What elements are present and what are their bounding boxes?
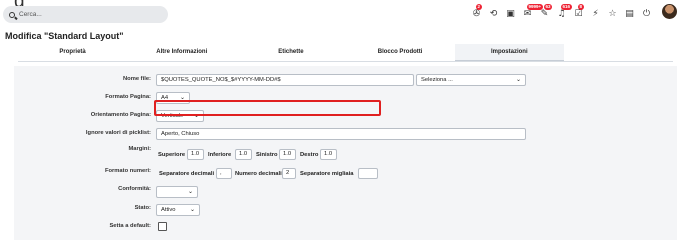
default-label: Setta a default: (109, 223, 151, 229)
stato-label: Stato: (134, 205, 151, 211)
tab-impostazioni[interactable]: Impostazioni (454, 44, 564, 61)
star-icon[interactable]: ☆ (608, 9, 617, 19)
mail-icon[interactable]: ✉ 9999+ (523, 3, 543, 19)
margine-destro-label: Destro (300, 152, 319, 158)
default-checkbox[interactable] (158, 222, 167, 231)
tasks-icon[interactable]: ☑ 8 (574, 3, 584, 19)
ignora-picklist-label: Ignore valori di picklist: (85, 130, 151, 136)
numero-decimali-label: Numero decimali (235, 171, 282, 177)
history-icon[interactable]: ⟲ (489, 9, 498, 19)
nome-file-input[interactable]: $QUOTES_QUOTE_NO$_$#YYYY-MM-DD#$ (156, 74, 414, 86)
margine-inferiore-input[interactable]: 1.0 (235, 149, 252, 160)
tab-bar: Proprietà Altre Informazioni Etichette Bloc… (18, 44, 673, 61)
margini-label: Margini: (128, 146, 151, 152)
ignora-picklist-input[interactable]: Aperto, Chiuso (156, 128, 526, 140)
orientamento-label: Orientamento Pagina: (90, 112, 151, 118)
conformita-select[interactable]: ⌄ (156, 186, 198, 198)
margine-destro-input[interactable]: 1.0 (320, 149, 337, 160)
margine-superiore-label: Superiore (158, 152, 186, 158)
calendar-icon[interactable]: ▣ (506, 9, 515, 19)
margine-sinistro-label: Sinistro (256, 152, 278, 158)
tab-etichette[interactable]: Etichette (236, 44, 345, 61)
power-icon[interactable]: ⏻ (642, 9, 651, 19)
header-icons: ✇ 2 ⟲ ▣ ✉ 9999+ ✎ 63 ♫ 616 ☑ 8 ⚡ ☆ ▤ ⏻ (472, 3, 651, 22)
bolt-icon[interactable]: ⚡ (591, 9, 600, 19)
tab-altre-informazioni[interactable]: Altre Informazioni (127, 44, 236, 61)
tab-propriet-[interactable]: Proprietà (18, 44, 127, 61)
margine-inferiore-label: Inferiore (208, 152, 232, 158)
nome-file-select[interactable]: Seleziona ... ⌄ (416, 74, 526, 86)
search-icon (9, 11, 15, 18)
formato-pagina-label: Formato Pagina: (105, 94, 151, 100)
margine-superiore-input[interactable]: 1.0 (187, 149, 204, 160)
tab-divider (18, 61, 673, 62)
page-title: Modifica "Standard Layout" (5, 31, 124, 41)
chat-icon[interactable]: ✎ 63 (540, 3, 553, 19)
search-input[interactable]: Cerca... (3, 6, 168, 23)
notification-badge: 616 (561, 3, 572, 10)
conformita-label: Conformità: (118, 186, 151, 192)
stato-value: Attivo (161, 207, 176, 213)
search-placeholder: Cerca... (19, 11, 42, 18)
nome-file-label: Nome file: (122, 76, 151, 82)
margine-sinistro-input[interactable]: 1.0 (279, 149, 296, 160)
separatore-migliaia-input[interactable] (358, 168, 378, 179)
highlight-box (154, 100, 381, 116)
chevron-down-icon: ⌄ (189, 206, 195, 213)
tab-blocco-prodotti[interactable]: Blocco Prodotti (346, 44, 455, 61)
avatar[interactable] (662, 4, 677, 19)
tab-empty[interactable] (564, 44, 673, 61)
bell-icon[interactable]: ♫ 616 (557, 3, 572, 19)
document-icon[interactable]: ▤ (625, 9, 634, 19)
separatore-decimali-label: Separatore decimali (159, 171, 215, 177)
notification-badge: 2 (476, 3, 482, 10)
separatore-migliaia-label: Separatore migliaia (300, 171, 354, 177)
stato-select[interactable]: Attivo ⌄ (156, 204, 200, 216)
chevron-down-icon: ⌄ (515, 76, 521, 83)
notification-badge: 8 (578, 3, 584, 10)
settings-form: Nome file: $QUOTES_QUOTE_NO$_$#YYYY-MM-D… (14, 66, 677, 240)
notification-badge: 63 (544, 3, 553, 10)
chevron-down-icon: ⌄ (187, 188, 193, 195)
top-bar: g Cerca... ✇2⟲▣✉9999+✎63♫616☑8⚡☆▤⏻ (0, 0, 687, 27)
group-icon[interactable]: ✇ 2 (472, 3, 482, 19)
separatore-decimali-input[interactable]: , (216, 168, 232, 179)
nome-file-select-value: Seleziona ... (421, 77, 453, 83)
formato-numeri-label: Formato numeri: (104, 168, 151, 174)
numero-decimali-input[interactable]: 2 (282, 168, 296, 179)
